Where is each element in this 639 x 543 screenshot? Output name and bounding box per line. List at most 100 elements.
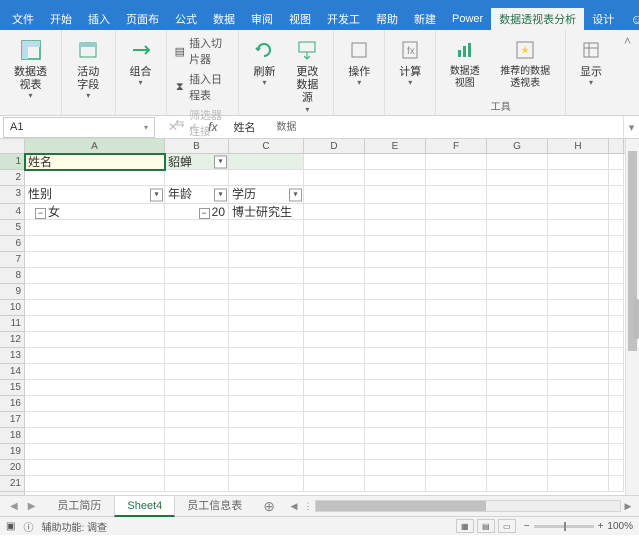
cell[interactable]	[229, 268, 304, 284]
cell[interactable]	[487, 284, 548, 300]
fx-icon[interactable]: fx	[208, 120, 217, 134]
cell[interactable]	[25, 348, 165, 364]
tab-layout[interactable]: 页面布	[118, 8, 167, 30]
cell[interactable]	[229, 154, 304, 170]
cell[interactable]	[365, 154, 426, 170]
cell[interactable]	[365, 460, 426, 476]
cell[interactable]	[365, 332, 426, 348]
refresh-button[interactable]: 刷新 ▾	[245, 34, 283, 89]
row-header[interactable]: 1	[0, 154, 24, 170]
cell[interactable]	[548, 396, 609, 412]
cell[interactable]	[426, 412, 487, 428]
cell[interactable]	[229, 332, 304, 348]
cell[interactable]	[426, 186, 487, 204]
cell[interactable]	[487, 170, 548, 186]
tab-data[interactable]: 数据	[205, 8, 243, 30]
cell[interactable]	[365, 186, 426, 204]
cell[interactable]	[548, 332, 609, 348]
cell[interactable]	[365, 316, 426, 332]
cell[interactable]: 貂蝉▾	[165, 154, 229, 170]
cell[interactable]	[426, 332, 487, 348]
cell[interactable]	[426, 348, 487, 364]
tab-dev[interactable]: 开发工	[319, 8, 368, 30]
cell[interactable]	[25, 252, 165, 268]
cell[interactable]	[548, 316, 609, 332]
cell[interactable]	[365, 220, 426, 236]
filter-button[interactable]: ▾	[289, 188, 302, 201]
cell[interactable]	[487, 268, 548, 284]
cell[interactable]	[365, 412, 426, 428]
cell[interactable]	[365, 268, 426, 284]
collapse-ribbon-icon[interactable]: ˄	[624, 34, 631, 48]
cell[interactable]	[229, 252, 304, 268]
cell[interactable]	[426, 268, 487, 284]
cell[interactable]	[304, 428, 365, 444]
cell[interactable]	[365, 444, 426, 460]
cell[interactable]	[548, 444, 609, 460]
formula-bar[interactable]: 姓名	[227, 119, 623, 135]
sheet-nav-prev-icon[interactable]: ◀	[10, 501, 18, 512]
cell[interactable]	[25, 476, 165, 492]
cell[interactable]	[165, 170, 229, 186]
tab-power[interactable]: Power	[444, 10, 491, 28]
cell[interactable]	[165, 428, 229, 444]
cell[interactable]	[487, 460, 548, 476]
cell[interactable]	[304, 204, 365, 220]
row-header[interactable]: 3	[0, 186, 24, 204]
cell[interactable]	[487, 332, 548, 348]
cell[interactable]	[548, 220, 609, 236]
sheet-nav-next-icon[interactable]: ▶	[28, 501, 36, 512]
row-header[interactable]: 8	[0, 268, 24, 284]
cell[interactable]	[426, 460, 487, 476]
sheet-tab[interactable]: Sheet4	[114, 496, 175, 517]
pivot-chart-button[interactable]: 数据透视图	[442, 34, 487, 92]
page-break-view-button[interactable]: ▭	[498, 519, 516, 533]
insert-slicer-button[interactable]: ▤插入切片器	[173, 34, 233, 68]
column-header[interactable]: B	[165, 139, 229, 153]
tab-home[interactable]: 开始	[42, 8, 80, 30]
tab-design[interactable]: 设计	[584, 8, 622, 30]
row-header[interactable]: 20	[0, 460, 24, 476]
cell[interactable]	[426, 220, 487, 236]
cell[interactable]	[304, 396, 365, 412]
cell[interactable]	[426, 252, 487, 268]
cell[interactable]	[548, 170, 609, 186]
cell[interactable]	[365, 236, 426, 252]
cell[interactable]	[229, 170, 304, 186]
cell[interactable]	[229, 316, 304, 332]
cell[interactable]	[548, 284, 609, 300]
cell[interactable]	[426, 396, 487, 412]
cell[interactable]	[25, 444, 165, 460]
tab-pivot-analyze[interactable]: 数据透视表分析	[491, 8, 584, 30]
change-datasource-button[interactable]: 更改数据源 ▾	[287, 34, 327, 116]
cell[interactable]	[25, 380, 165, 396]
cell[interactable]	[548, 412, 609, 428]
cell[interactable]	[165, 236, 229, 252]
cell[interactable]	[165, 332, 229, 348]
cell[interactable]: 学历▾	[229, 186, 304, 204]
cell[interactable]	[487, 204, 548, 220]
cell[interactable]	[165, 268, 229, 284]
tab-view[interactable]: 视图	[281, 8, 319, 30]
cell[interactable]	[548, 300, 609, 316]
show-button[interactable]: 显示 ▾	[572, 34, 610, 89]
row-header[interactable]: 13	[0, 348, 24, 364]
cell[interactable]	[426, 170, 487, 186]
cell[interactable]	[165, 412, 229, 428]
cell[interactable]	[229, 348, 304, 364]
cell[interactable]	[304, 220, 365, 236]
calc-button[interactable]: fx 计算 ▾	[391, 34, 429, 89]
cell[interactable]	[165, 220, 229, 236]
cell[interactable]	[304, 460, 365, 476]
row-header[interactable]: 7	[0, 252, 24, 268]
cell[interactable]	[426, 154, 487, 170]
cell[interactable]	[548, 428, 609, 444]
cell[interactable]	[304, 316, 365, 332]
tab-new[interactable]: 新建	[406, 8, 444, 30]
row-header[interactable]: 10	[0, 300, 24, 316]
cell[interactable]	[304, 412, 365, 428]
cell[interactable]	[165, 476, 229, 492]
column-header[interactable]: C	[229, 139, 304, 153]
row-header[interactable]: 19	[0, 444, 24, 460]
cell[interactable]	[365, 380, 426, 396]
